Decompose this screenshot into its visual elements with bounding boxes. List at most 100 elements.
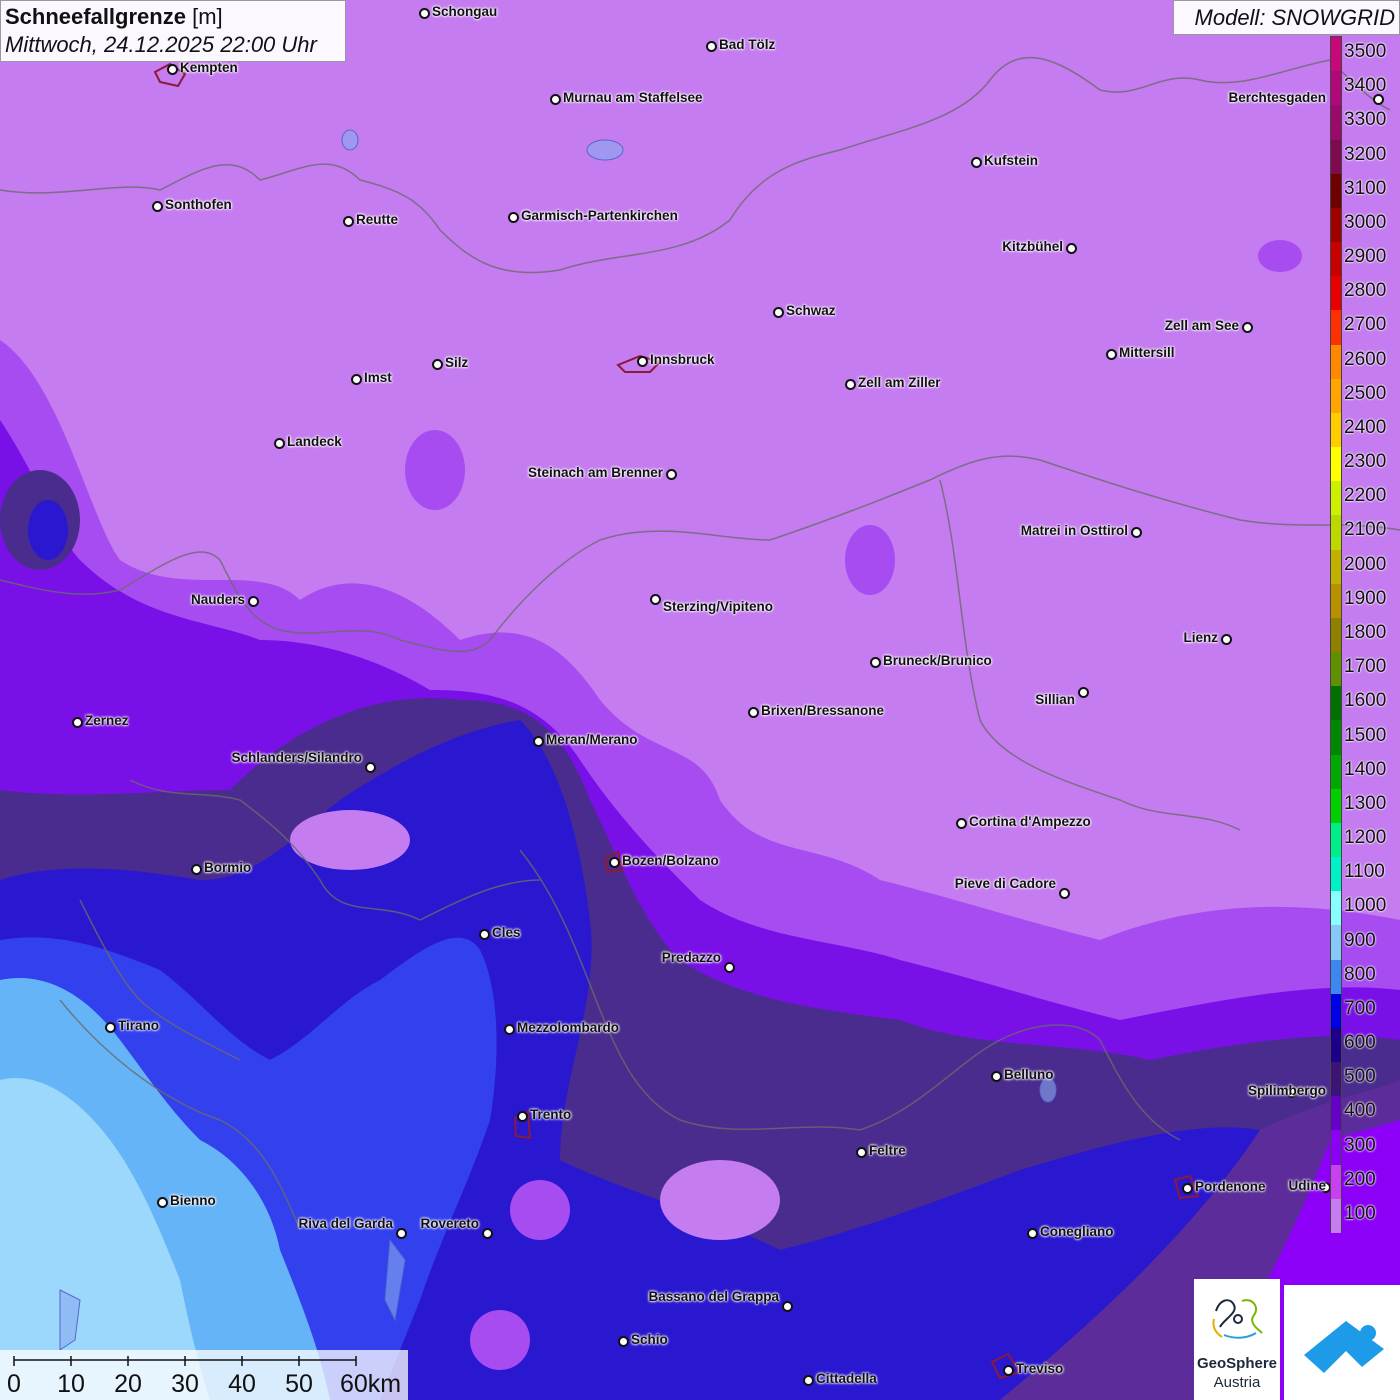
scale-label: 0 — [7, 1370, 21, 1398]
city-label: Bassano del Grappa — [648, 1289, 779, 1304]
patch-n1 — [405, 430, 465, 510]
city-label: Bad Tölz — [719, 37, 776, 52]
legend-color-swatch — [1331, 720, 1341, 756]
scale-label: 30 — [171, 1370, 199, 1398]
legend-label: 1100 — [1344, 861, 1385, 883]
legend-label: 3500 — [1344, 41, 1387, 63]
legend-color-swatch — [1331, 242, 1341, 277]
legend-label: 700 — [1344, 997, 1376, 1019]
city-dot — [991, 1071, 1002, 1082]
city-label: Belluno — [1004, 1067, 1054, 1082]
legend-label: 3300 — [1344, 109, 1387, 131]
city-label: Brixen/Bressanone — [761, 703, 885, 718]
legend-color-swatch — [1331, 583, 1341, 619]
legend-color-swatch — [1331, 412, 1341, 448]
legend-color-swatch — [1331, 447, 1341, 482]
city-label: Matrei in Osttirol — [1020, 523, 1128, 538]
scale-label: 60km — [340, 1370, 402, 1398]
patch-s5 — [290, 810, 410, 870]
legend-label: 1600 — [1344, 690, 1387, 712]
city-dot — [609, 857, 620, 868]
city-dot — [351, 374, 362, 385]
model-label: Modell: SNOWGRID — [1173, 0, 1400, 35]
city-label: Bozen/Bolzano — [622, 853, 719, 868]
city-dot — [517, 1111, 528, 1122]
legend-color-swatch — [1331, 378, 1341, 414]
legend-color-swatch — [1331, 71, 1341, 106]
city-label: Murnau am Staffelsee — [563, 90, 703, 105]
legend-color-swatch — [1331, 925, 1341, 961]
city-label: Mezzolombardo — [517, 1020, 620, 1035]
city-label: Schongau — [432, 4, 498, 19]
city-label: Schwaz — [786, 303, 836, 318]
city-label: Sonthofen — [165, 197, 232, 212]
legend-color-swatch — [1331, 652, 1341, 687]
city-dot — [856, 1147, 867, 1158]
scale-label: 50 — [285, 1370, 313, 1398]
city-label: Treviso — [1016, 1361, 1064, 1376]
city-label: Schio — [631, 1332, 668, 1347]
legend-label: 900 — [1344, 929, 1376, 951]
city-label: Reutte — [356, 212, 399, 227]
city-dot — [1027, 1228, 1038, 1239]
city-dot — [650, 594, 661, 605]
city-label: Bienno — [170, 1193, 216, 1208]
map-title: Schneefallgrenze [m] — [5, 3, 341, 31]
city-dot — [482, 1228, 493, 1239]
city-label: Zell am See — [1164, 318, 1239, 333]
legend-color-swatch — [1331, 1198, 1341, 1234]
city-label: Feltre — [869, 1143, 906, 1158]
city-label: Predazzo — [661, 950, 721, 965]
patch-n2 — [845, 525, 895, 595]
scale-label: 40 — [228, 1370, 256, 1398]
legend-color-swatch — [1331, 788, 1341, 824]
city-dot — [432, 359, 443, 370]
city-label: Bruneck/Brunico — [883, 653, 992, 668]
legend-label: 2400 — [1344, 416, 1387, 438]
legend-color-swatch — [1331, 105, 1341, 140]
city-label: Conegliano — [1040, 1224, 1114, 1239]
city-dot — [870, 657, 881, 668]
city-dot — [191, 864, 202, 875]
legend-color-swatch — [1331, 754, 1341, 790]
city-dot — [365, 762, 376, 773]
geosphere-logo[interactable]: GeoSphere Austria — [1194, 1279, 1280, 1400]
parameter-unit: [m] — [192, 4, 223, 29]
city-label: Cittadella — [816, 1371, 877, 1386]
city-label: Garmisch-Partenkirchen — [521, 208, 678, 223]
city-dot — [773, 307, 784, 318]
legend-label: 100 — [1344, 1202, 1376, 1224]
city-dot — [956, 818, 967, 829]
city-label: Rovereto — [420, 1216, 479, 1231]
partner-logo[interactable] — [1284, 1285, 1400, 1400]
city-dot — [167, 64, 178, 75]
geosphere-subname: Austria — [1213, 1374, 1261, 1391]
legend-color-swatch — [1331, 617, 1341, 653]
city-dot — [1182, 1183, 1193, 1194]
city-label: Pordenone — [1195, 1179, 1266, 1194]
city-label: Innsbruck — [650, 352, 715, 367]
city-dot — [782, 1301, 793, 1312]
city-dot — [1106, 349, 1117, 360]
legend-color-swatch — [1331, 173, 1341, 209]
city-dot — [637, 356, 648, 367]
legend-label: 1800 — [1344, 622, 1387, 643]
legend-color-swatch — [1331, 1027, 1341, 1063]
city-dot — [550, 94, 561, 105]
map-datetime: Mittwoch, 24.12.2025 22:00 Uhr — [5, 32, 317, 57]
city-dot — [157, 1197, 168, 1208]
city-label: Zernez — [85, 713, 129, 728]
legend-label: 2900 — [1344, 246, 1387, 268]
legend-color-swatch — [1331, 310, 1341, 346]
legend-color-swatch — [1331, 1164, 1341, 1200]
city-label: Bormio — [204, 860, 252, 875]
city-dot — [724, 962, 735, 973]
legend-label: 2700 — [1344, 314, 1387, 336]
city-label: Schlanders/Silandro — [231, 750, 362, 765]
city-dot — [845, 379, 856, 390]
legend-label: 1400 — [1344, 758, 1387, 780]
legend-color-swatch — [1331, 1130, 1341, 1166]
city-dot — [1003, 1365, 1014, 1376]
patch-nw-blue — [28, 500, 68, 560]
patch-s1 — [660, 1160, 780, 1240]
